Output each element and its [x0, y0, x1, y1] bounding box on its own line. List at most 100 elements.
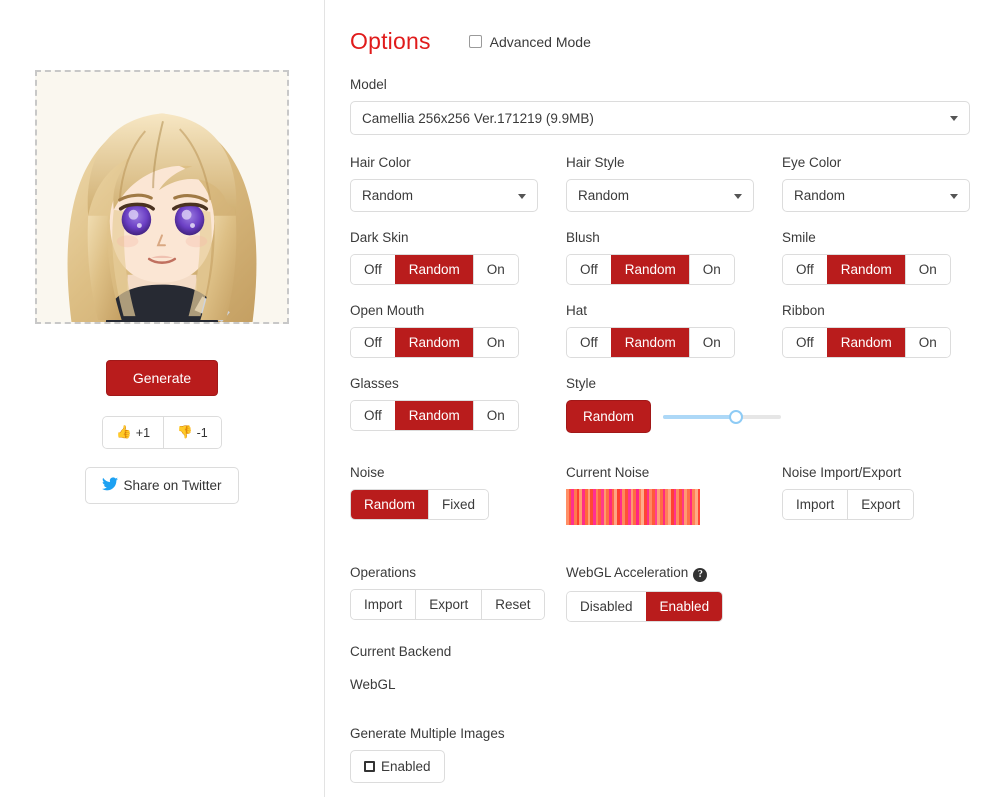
open-mouth-off-button[interactable]: Off [351, 328, 395, 357]
hair-style-select[interactable]: Random [566, 179, 754, 212]
generate-multiple-images-label: Generate Multiple Images [350, 725, 505, 741]
hair-color-value: Random [362, 188, 414, 203]
noise-random-button[interactable]: Random [351, 490, 429, 519]
dark-skin-on-button[interactable]: On [472, 255, 518, 284]
current-noise-field: Current Noise [566, 465, 782, 525]
hair-style-value: Random [578, 188, 630, 203]
glasses-label: Glasses [350, 376, 399, 391]
operations-button-group: Import Export Reset [350, 589, 545, 620]
chevron-down-icon [950, 116, 958, 121]
glasses-toggle-group: Off Random On [350, 400, 519, 431]
share-on-twitter-button[interactable]: Share on Twitter [85, 467, 239, 504]
advanced-mode-checkbox[interactable] [468, 35, 482, 48]
chevron-down-icon [518, 193, 526, 199]
hat-label: Hat [566, 303, 588, 318]
webgl-acceleration-field: WebGL Acceleration? Disabled Enabled [566, 565, 998, 622]
style-field: Style Random [566, 376, 998, 433]
hair-color-field: Hair Color Random [350, 155, 566, 212]
smile-on-button[interactable]: On [904, 255, 950, 284]
hair-color-select[interactable]: Random [350, 179, 538, 212]
ribbon-toggle-group: Off Random On [782, 327, 951, 358]
open-mouth-random-button[interactable]: Random [394, 328, 473, 357]
ribbon-off-button[interactable]: Off [783, 328, 827, 357]
smile-off-button[interactable]: Off [783, 255, 827, 284]
blush-on-button[interactable]: On [688, 255, 734, 284]
smile-field: Smile Off Random On [782, 230, 998, 285]
model-select-value: Camellia 256x256 Ver.171219 (9.9MB) [362, 110, 594, 126]
ribbon-field: Ribbon Off Random On [782, 303, 998, 358]
generate-multiple-images-button-label: Enabled [381, 758, 431, 774]
upvote-button[interactable]: 👍 +1 [103, 417, 164, 448]
hat-toggle-group: Off Random On [566, 327, 735, 358]
glasses-off-button[interactable]: Off [351, 401, 395, 430]
glasses-on-button[interactable]: On [472, 401, 518, 430]
help-icon[interactable]: ? [693, 567, 708, 582]
noise-io-label: Noise Import/Export [782, 465, 902, 480]
webgl-enabled-button[interactable]: Enabled [645, 591, 723, 621]
eye-color-label: Eye Color [782, 155, 842, 170]
downvote-button[interactable]: 👎 -1 [163, 417, 221, 448]
open-mouth-on-button[interactable]: On [472, 328, 518, 357]
hat-off-button[interactable]: Off [567, 328, 611, 357]
ribbon-random-button[interactable]: Random [826, 328, 905, 357]
current-backend-value: WebGL [350, 676, 396, 692]
glasses-field: Glasses Off Random On [350, 376, 566, 433]
blush-label: Blush [566, 230, 600, 245]
noise-label: Noise [350, 465, 385, 480]
style-slider[interactable] [663, 409, 782, 425]
noise-import-button[interactable]: Import [783, 490, 848, 519]
model-select[interactable]: Camellia 256x256 Ver.171219 (9.9MB) [350, 101, 970, 135]
options-panel: Options Advanced Mode Model Camellia 256… [325, 0, 1000, 797]
operations-import-button[interactable]: Import [351, 590, 416, 619]
dark-skin-toggle-group: Off Random On [350, 254, 519, 285]
anime-portrait-image [37, 72, 287, 322]
vote-area: 👍 +1 👎 -1 [0, 416, 324, 449]
options-header: Options Advanced Mode [350, 28, 998, 55]
vote-button-group: 👍 +1 👎 -1 [102, 416, 222, 449]
eye-color-value: Random [794, 188, 846, 203]
generated-image-preview[interactable] [35, 70, 289, 324]
app-root: Generate 👍 +1 👎 -1 Share on Twitter Opti… [0, 0, 1000, 797]
noise-fixed-button[interactable]: Fixed [428, 490, 489, 519]
glasses-random-button[interactable]: Random [394, 401, 473, 430]
webgl-disabled-button[interactable]: Disabled [567, 591, 646, 621]
current-noise-label: Current Noise [566, 465, 650, 480]
eye-color-select[interactable]: Random [782, 179, 970, 212]
dark-skin-random-button[interactable]: Random [394, 255, 473, 284]
model-field: Model Camellia 256x256 Ver.171219 (9.9MB… [350, 77, 998, 135]
dark-skin-off-button[interactable]: Off [351, 255, 395, 284]
style-slider-thumb[interactable] [729, 409, 744, 424]
advanced-mode-toggle[interactable]: Advanced Mode [468, 33, 591, 50]
generate-multiple-images-field: Generate Multiple Images Enabled [350, 726, 998, 783]
smile-label: Smile [782, 230, 816, 245]
hair-style-field: Hair Style Random [566, 155, 782, 212]
hat-on-button[interactable]: On [688, 328, 734, 357]
model-label: Model [350, 77, 387, 92]
noise-bar [697, 489, 701, 525]
operations-field: Operations Import Export Reset [350, 565, 566, 622]
style-random-button[interactable]: Random [566, 400, 652, 433]
open-mouth-field: Open Mouth Off Random On [350, 303, 566, 358]
noise-toggle-group: Random Fixed [350, 489, 490, 520]
advanced-mode-label: Advanced Mode [489, 33, 591, 50]
operations-label: Operations [350, 565, 417, 580]
blush-random-button[interactable]: Random [610, 255, 689, 284]
operations-export-button[interactable]: Export [415, 590, 482, 619]
blush-toggle-group: Off Random On [566, 254, 735, 285]
generate-button[interactable]: Generate [105, 360, 219, 396]
noise-field: Noise Random Fixed [350, 465, 566, 525]
eye-color-field: Eye Color Random [782, 155, 998, 212]
checkbox-square-icon [364, 760, 375, 772]
blush-off-button[interactable]: Off [567, 255, 611, 284]
operations-reset-button[interactable]: Reset [481, 590, 544, 619]
noise-io-field: Noise Import/Export Import Export [782, 465, 998, 525]
thumbs-down-icon: 👎 [177, 425, 193, 439]
style-controls: Random [566, 400, 998, 433]
webgl-toggle-group: Disabled Enabled [566, 590, 724, 622]
hat-random-button[interactable]: Random [610, 328, 689, 357]
noise-export-button[interactable]: Export [847, 490, 914, 519]
generate-multiple-images-button[interactable]: Enabled [350, 749, 445, 783]
blush-field: Blush Off Random On [566, 230, 782, 285]
smile-random-button[interactable]: Random [826, 255, 905, 284]
ribbon-on-button[interactable]: On [904, 328, 950, 357]
